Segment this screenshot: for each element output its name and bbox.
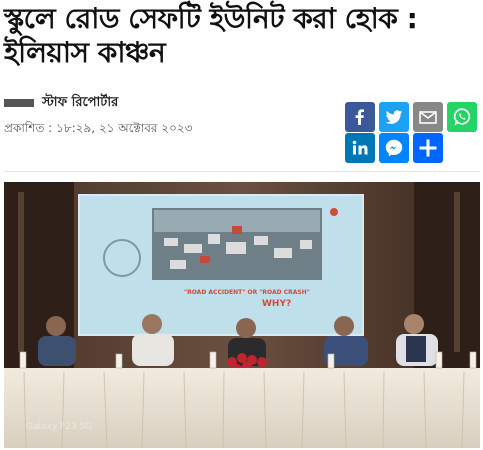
facebook-share-button[interactable] [345,102,375,132]
slide-caption-left: "ROAD ACCIDENT" OR "ROAD CRASH" [184,289,310,296]
published-date: প্রকাশিত : ১৮:২৯, ২১ অক্টোবর ২০২৩ [4,121,193,135]
more-share-button[interactable] [413,133,443,163]
author-marker [4,99,34,107]
whatsapp-share-button[interactable] [447,102,477,132]
messenger-share-button[interactable] [379,133,409,163]
facebook-icon [355,109,364,125]
article-photo: "ROAD ACCIDENT" OR "ROAD CRASH" WHY? Gal… [4,182,480,448]
conference-photo-illustration: "ROAD ACCIDENT" OR "ROAD CRASH" WHY? [4,182,480,448]
camera-watermark: Galaxy F23 5G [26,422,93,432]
email-icon [419,111,437,124]
slide-caption-right: WHY? [262,299,291,309]
author-byline: স্টাফ রিপোর্টার [4,94,118,112]
divider [4,171,480,172]
twitter-share-button[interactable] [379,102,409,132]
author-name: স্টাফ রিপোর্টার [42,94,119,110]
plus-icon [419,139,437,157]
linkedin-share-button[interactable] [345,133,375,163]
article-headline: স্কুলে রোড সেফটি ইউনিট করা হোক : ইলিয়াস… [4,2,418,69]
email-share-button[interactable] [413,102,443,132]
twitter-icon [385,110,403,124]
linkedin-icon [352,140,368,155]
messenger-icon [385,139,403,157]
whatsapp-icon [453,108,471,126]
